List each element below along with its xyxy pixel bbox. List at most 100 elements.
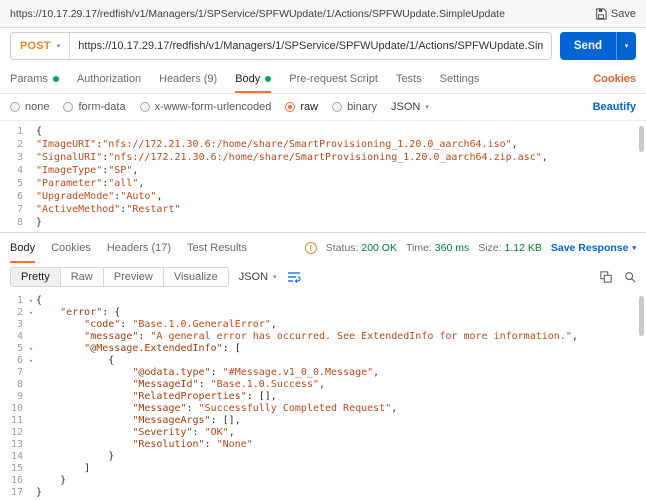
save-response-button[interactable]: Save Response ▾: [551, 242, 636, 254]
scrollbar[interactable]: [639, 296, 644, 336]
line-number: 13: [0, 439, 26, 451]
status-value: 200 OK: [361, 242, 397, 254]
view-raw[interactable]: Raw: [61, 268, 104, 286]
fold-spacer: [26, 451, 36, 463]
save-button[interactable]: Save: [595, 8, 636, 20]
radio-icon: [10, 102, 20, 112]
code-text: "RelatedProperties": [],: [36, 391, 277, 403]
body-type-none[interactable]: none: [10, 101, 49, 113]
code-token: "@Message.ExtendedInfo": [84, 343, 222, 354]
line-number: 14: [0, 451, 26, 463]
method-label: POST: [20, 40, 51, 52]
response-tab-body[interactable]: Body: [10, 233, 35, 263]
line-number: 17: [0, 487, 26, 499]
body-type-x-www-form-urlencoded[interactable]: x-www-form-urlencoded: [140, 101, 272, 113]
tab-settings[interactable]: Settings: [440, 64, 480, 93]
url-input[interactable]: [70, 33, 551, 59]
send-options-button[interactable]: ▾: [616, 32, 636, 60]
response-tab-headers[interactable]: Headers (17): [107, 233, 171, 263]
code-line: 13 "Resolution": "None": [0, 439, 646, 451]
response-body-code: 1▾{2▾ "error": {3 "code": "Base.1.0.Gene…: [0, 291, 646, 499]
code-text: "code": "Base.1.0.GeneralError",: [36, 319, 277, 331]
fold-spacer: [26, 125, 36, 138]
request-body-editor[interactable]: 1{2"ImageURI":"nfs://172.21.30.6:/home/s…: [0, 121, 646, 233]
fold-toggle-icon[interactable]: ▾: [26, 307, 36, 319]
code-token: "all": [108, 178, 138, 189]
request-title-url: https://10.17.29.17/redfish/v1/Managers/…: [10, 8, 595, 20]
view-pretty[interactable]: Pretty: [11, 268, 61, 286]
code-token: {: [36, 126, 42, 137]
radio-label: form-data: [78, 101, 125, 113]
beautify-link[interactable]: Beautify: [593, 101, 636, 113]
fold-spacer: [26, 367, 36, 379]
request-header-bar: https://10.17.29.17/redfish/v1/Managers/…: [0, 0, 646, 28]
code-line: 4 "message": "A general error has occurr…: [0, 331, 646, 343]
fold-spacer: [26, 475, 36, 487]
code-token: ,: [271, 319, 277, 330]
line-number: 6: [0, 190, 26, 203]
code-token: ,: [512, 139, 518, 150]
body-type-row: none form-data x-www-form-urlencoded raw…: [0, 94, 646, 121]
wrap-lines-button[interactable]: [287, 271, 301, 283]
code-text: ]: [36, 463, 90, 475]
code-token: : [: [223, 343, 241, 354]
code-token: ,: [542, 152, 548, 163]
line-number: 1: [0, 125, 26, 138]
body-type-raw[interactable]: raw: [285, 101, 318, 113]
response-size: Size: 1.12 KB: [478, 242, 542, 254]
tab-authorization[interactable]: Authorization: [77, 64, 141, 93]
response-format-select[interactable]: JSON ▾: [239, 271, 277, 283]
method-select[interactable]: POST ▾: [11, 33, 70, 59]
send-button[interactable]: Send: [560, 32, 616, 60]
code-token: [36, 427, 132, 438]
body-format-select[interactable]: JSON ▾: [391, 101, 429, 113]
fold-toggle-icon[interactable]: ▾: [26, 295, 36, 307]
code-token: }: [36, 475, 66, 486]
chevron-down-icon: ▾: [57, 43, 61, 50]
code-token: :: [211, 367, 223, 378]
line-number: 8: [0, 379, 26, 391]
tab-headers[interactable]: Headers (9): [159, 64, 217, 93]
fold-toggle-icon[interactable]: ▾: [26, 343, 36, 355]
response-toolbar-icons: [600, 271, 636, 283]
view-visualize[interactable]: Visualize: [164, 268, 228, 286]
view-switcher: Pretty Raw Preview Visualize: [10, 267, 229, 287]
code-token: ,: [229, 427, 235, 438]
body-type-form-data[interactable]: form-data: [63, 101, 125, 113]
line-number: 11: [0, 415, 26, 427]
code-text: "ActiveMethod":"Restart": [36, 203, 181, 216]
search-button[interactable]: [624, 271, 636, 283]
fold-toggle-icon[interactable]: ▾: [26, 355, 36, 367]
code-line: 10 "Message": "Successfully Completed Re…: [0, 403, 646, 415]
response-body-viewer[interactable]: 1▾{2▾ "error": {3 "code": "Base.1.0.Gene…: [0, 291, 646, 500]
tab-body[interactable]: Body: [235, 64, 271, 93]
code-token: :: [138, 331, 150, 342]
tab-label: Authorization: [77, 73, 141, 85]
code-token: ,: [156, 191, 162, 202]
code-text: "@odata.type": "#Message.v1_0_0.Message"…: [36, 367, 379, 379]
radio-icon: [63, 102, 73, 112]
radio-icon: [140, 102, 150, 112]
tab-pre-request-script[interactable]: Pre-request Script: [289, 64, 378, 93]
tab-params[interactable]: Params: [10, 64, 59, 93]
response-view-row: Pretty Raw Preview Visualize JSON ▾: [0, 263, 646, 291]
copy-button[interactable]: [600, 271, 612, 283]
code-token: "code": [84, 319, 120, 330]
code-token: "UpgradeMode": [36, 191, 114, 202]
radio-label: none: [25, 101, 49, 113]
code-text: "Severity": "OK",: [36, 427, 235, 439]
fold-spacer: [26, 319, 36, 331]
response-tab-test-results[interactable]: Test Results: [187, 233, 247, 263]
view-preview[interactable]: Preview: [104, 268, 164, 286]
code-token: [36, 307, 60, 318]
tab-tests[interactable]: Tests: [396, 64, 422, 93]
cookies-link[interactable]: Cookies: [593, 64, 636, 93]
body-type-binary[interactable]: binary: [332, 101, 377, 113]
ssl-warning-icon[interactable]: !: [305, 242, 317, 254]
code-text: {: [36, 125, 42, 138]
code-text: {: [36, 355, 114, 367]
response-tab-cookies[interactable]: Cookies: [51, 233, 91, 263]
code-token: "#Message.v1_0_0.Message": [223, 367, 374, 378]
scrollbar[interactable]: [639, 126, 644, 152]
fold-spacer: [26, 203, 36, 216]
